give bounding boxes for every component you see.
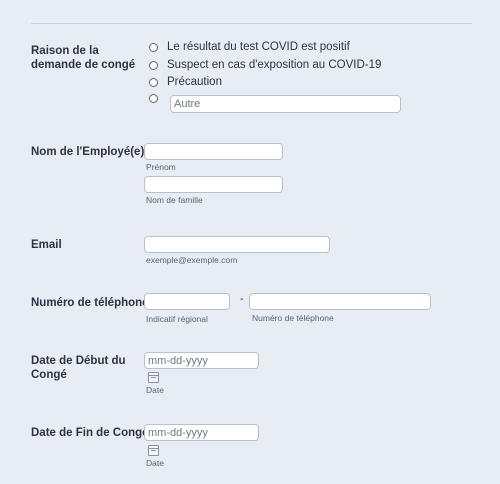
last-name-sublabel: Nom de famille xyxy=(146,195,203,205)
start-date-sublabel: Date xyxy=(146,385,164,395)
radio-button[interactable] xyxy=(149,60,158,70)
employee-name-label: Nom de l'Employé(e) xyxy=(31,146,145,158)
reason-option-label: Précaution xyxy=(167,76,222,88)
reason-option-precaution[interactable]: Précaution xyxy=(149,76,222,88)
email-label: Email xyxy=(31,239,62,251)
phone-area-sublabel: Indicatif régional xyxy=(146,314,208,324)
radio-button[interactable] xyxy=(149,42,158,52)
email-sublabel: exemple@exemple.com xyxy=(146,255,238,265)
radio-button[interactable] xyxy=(149,77,158,87)
reason-label: Raison de la demande de congé xyxy=(31,45,136,71)
last-name-input[interactable] xyxy=(144,176,283,193)
phone-separator: - xyxy=(240,293,244,305)
reason-option-label: Suspect en cas d'exposition au COVID-19 xyxy=(167,59,382,71)
first-name-sublabel: Prénom xyxy=(146,162,176,172)
calendar-icon[interactable] xyxy=(148,445,159,456)
end-date-label: Date de Fin de Congé xyxy=(31,427,149,439)
reason-option-positive[interactable]: Le résultat du test COVID est positif xyxy=(149,41,350,53)
email-input[interactable] xyxy=(144,236,330,253)
reason-other-input[interactable] xyxy=(170,95,401,113)
phone-area-input[interactable] xyxy=(144,293,230,310)
end-date-input[interactable] xyxy=(144,424,259,441)
radio-button[interactable] xyxy=(149,94,158,103)
reason-option-other[interactable] xyxy=(149,94,167,103)
first-name-input[interactable] xyxy=(144,143,283,160)
phone-label: Numéro de téléphone xyxy=(31,297,149,309)
phone-number-sublabel: Numéro de téléphone xyxy=(252,313,334,323)
reason-option-exposure[interactable]: Suspect en cas d'exposition au COVID-19 xyxy=(149,59,381,71)
start-date-input[interactable] xyxy=(144,352,259,369)
start-date-label: Date de Début du Congé xyxy=(31,355,126,381)
end-date-sublabel: Date xyxy=(146,458,164,468)
calendar-icon[interactable] xyxy=(148,372,159,383)
phone-number-input[interactable] xyxy=(249,293,431,310)
section-divider xyxy=(31,23,472,24)
reason-option-label: Le résultat du test COVID est positif xyxy=(167,41,350,53)
